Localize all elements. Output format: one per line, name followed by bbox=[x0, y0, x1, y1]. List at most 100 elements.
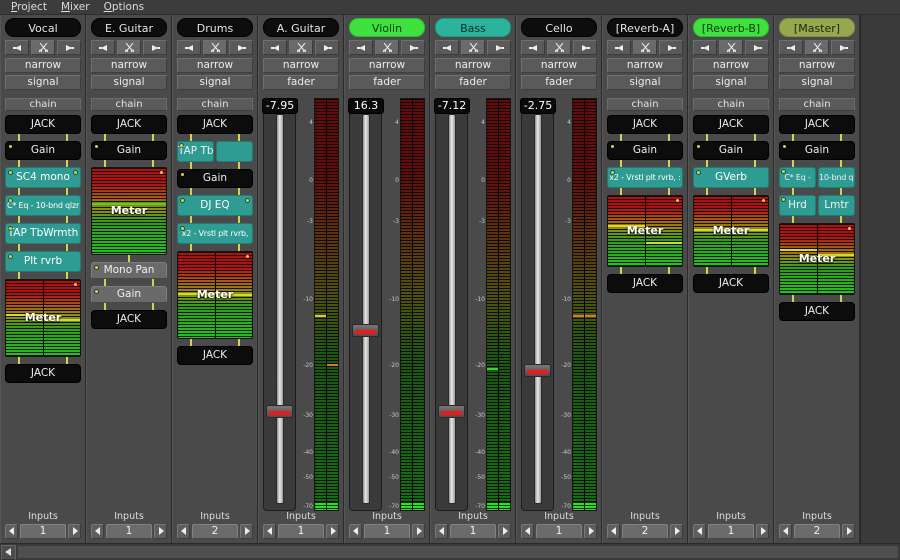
inputs-value[interactable]: 1 bbox=[278, 524, 324, 539]
chain-plugin-split[interactable]: Hrd Lmtr bbox=[779, 195, 855, 216]
chain-jack-port[interactable]: JACK bbox=[693, 115, 769, 134]
inputs-increment-button[interactable] bbox=[842, 524, 855, 539]
inputs-decrement-button[interactable] bbox=[521, 524, 534, 539]
inputs-value[interactable]: 2 bbox=[622, 524, 668, 539]
chain-jack-port[interactable]: JACK bbox=[91, 310, 167, 329]
remove-strip-button[interactable] bbox=[461, 40, 485, 55]
move-right-button[interactable] bbox=[831, 40, 855, 55]
strip-width-button[interactable]: narrow bbox=[91, 58, 167, 73]
inputs-value[interactable]: 1 bbox=[536, 524, 582, 539]
chain-meter[interactable]: Meter bbox=[5, 279, 81, 357]
strip-width-button[interactable]: narrow bbox=[5, 58, 81, 73]
chain-gain[interactable]: Gain bbox=[693, 141, 769, 160]
channel-strip[interactable]: Drums narrow signal chain JACK TAP TbWrmth Gai… bbox=[172, 15, 258, 543]
strip-view-mode-button[interactable]: signal bbox=[693, 75, 769, 90]
inputs-increment-button[interactable] bbox=[498, 524, 511, 539]
move-right-button[interactable] bbox=[487, 40, 511, 55]
inputs-value[interactable]: 1 bbox=[20, 524, 66, 539]
remove-strip-button[interactable] bbox=[203, 40, 227, 55]
chain-plugin[interactable]: TAP TbWrmth bbox=[5, 223, 81, 244]
inputs-decrement-button[interactable] bbox=[779, 524, 792, 539]
chain-gain[interactable]: Gain bbox=[5, 141, 81, 160]
fader-track[interactable] bbox=[521, 107, 554, 511]
remove-strip-button[interactable] bbox=[289, 40, 313, 55]
chain-plugin[interactable]: SC4 mono bbox=[5, 167, 81, 188]
remove-strip-button[interactable] bbox=[547, 40, 571, 55]
remove-strip-button[interactable] bbox=[633, 40, 657, 55]
strip-view-mode-button[interactable]: fader bbox=[263, 75, 339, 90]
chain-meter[interactable]: Meter bbox=[693, 195, 769, 267]
channel-strip[interactable]: Bass narrow fader -7.12 4 0 -3 -10 -20 -30 -40 -50-… bbox=[430, 15, 516, 543]
chain-gain[interactable]: Gain bbox=[607, 141, 683, 160]
move-left-button[interactable] bbox=[435, 40, 459, 55]
fader-track[interactable] bbox=[349, 107, 382, 511]
inputs-increment-button[interactable] bbox=[756, 524, 769, 539]
channel-strip[interactable]: [Reverb-B] narrow signal chain JACK Gain GVerb… bbox=[688, 15, 774, 543]
strip-view-mode-button[interactable]: signal bbox=[177, 75, 253, 90]
move-right-button[interactable] bbox=[143, 40, 167, 55]
chain-header[interactable]: chain bbox=[693, 98, 769, 111]
chain-jack-port[interactable]: JACK bbox=[5, 364, 81, 383]
inputs-value[interactable]: 1 bbox=[708, 524, 754, 539]
fader-handle[interactable] bbox=[524, 364, 551, 378]
strip-width-button[interactable]: narrow bbox=[435, 58, 511, 73]
channel-strip[interactable]: A. Guitar narrow fader -7.95 4 0 -3 -10 -20 -30 -4… bbox=[258, 15, 344, 543]
strip-width-button[interactable]: narrow bbox=[779, 58, 855, 73]
remove-strip-button[interactable] bbox=[805, 40, 829, 55]
move-right-button[interactable] bbox=[745, 40, 769, 55]
inputs-decrement-button[interactable] bbox=[349, 524, 362, 539]
remove-strip-button[interactable] bbox=[375, 40, 399, 55]
chain-jack-port[interactable]: JACK bbox=[607, 274, 683, 293]
chain-plugin[interactable]: Plt rvrb bbox=[5, 251, 81, 272]
inputs-decrement-button[interactable] bbox=[91, 524, 104, 539]
chain-jack-port[interactable]: JACK bbox=[607, 115, 683, 134]
inputs-value[interactable]: 2 bbox=[794, 524, 840, 539]
channel-strip[interactable]: E. Guitar narrow signal chain JACK Gain Meter M… bbox=[86, 15, 172, 543]
inputs-decrement-button[interactable] bbox=[435, 524, 448, 539]
inputs-value[interactable]: 1 bbox=[450, 524, 496, 539]
menu-project[interactable]: Project bbox=[4, 0, 54, 15]
chain-plugin[interactable]: x2 - Vrstl plt rvrb, : bbox=[607, 167, 683, 188]
chain-jack-port[interactable]: JACK bbox=[693, 274, 769, 293]
move-right-button[interactable] bbox=[315, 40, 339, 55]
inputs-decrement-button[interactable] bbox=[607, 524, 620, 539]
move-left-button[interactable] bbox=[693, 40, 717, 55]
strip-view-mode-button[interactable]: signal bbox=[607, 75, 683, 90]
inputs-increment-button[interactable] bbox=[68, 524, 81, 539]
scroll-left-icon[interactable] bbox=[1, 544, 16, 560]
chain-meter[interactable]: Meter bbox=[91, 167, 167, 255]
strip-width-button[interactable]: narrow bbox=[263, 58, 339, 73]
chain-control[interactable]: Gain bbox=[91, 286, 167, 303]
chain-plugin[interactable]: C* Eq - 10-bnd qlzr bbox=[5, 195, 81, 216]
strip-width-button[interactable]: narrow bbox=[349, 58, 425, 73]
horizontal-scrollbar[interactable] bbox=[0, 543, 900, 560]
fader-handle[interactable] bbox=[352, 324, 379, 338]
strip-view-mode-button[interactable]: signal bbox=[91, 75, 167, 90]
menu-options[interactable]: Options bbox=[97, 0, 152, 15]
chain-plugin-label-2[interactable]: Lmtr bbox=[818, 195, 855, 216]
chain-meter[interactable]: Meter bbox=[177, 251, 253, 339]
inputs-decrement-button[interactable] bbox=[263, 524, 276, 539]
strip-name-button[interactable]: Bass bbox=[435, 18, 511, 37]
chain-plugin[interactable]: DJ EQ bbox=[177, 195, 253, 216]
strip-name-button[interactable]: [Master] bbox=[779, 18, 855, 37]
inputs-increment-button[interactable] bbox=[670, 524, 683, 539]
chain-header[interactable]: chain bbox=[607, 98, 683, 111]
fader[interactable]: -7.12 bbox=[434, 98, 470, 511]
chain-jack-port[interactable]: JACK bbox=[779, 115, 855, 134]
strip-name-button[interactable]: Cello bbox=[521, 18, 597, 37]
inputs-increment-button[interactable] bbox=[240, 524, 253, 539]
chain-control[interactable]: Mono Pan bbox=[91, 262, 167, 279]
remove-strip-button[interactable] bbox=[117, 40, 141, 55]
move-right-button[interactable] bbox=[229, 40, 253, 55]
chain-jack-port[interactable]: JACK bbox=[91, 115, 167, 134]
channel-strip[interactable]: Cello narrow fader -2.75 4 0 -3 -10 -20 -30 -40 -50… bbox=[516, 15, 602, 543]
scroll-trough[interactable] bbox=[17, 545, 899, 559]
chain-meter[interactable]: Meter bbox=[779, 223, 855, 295]
channel-strip[interactable]: Vocal narrow signal chain JACK Gain SC4 mono C*… bbox=[0, 15, 86, 543]
remove-strip-button[interactable] bbox=[31, 40, 55, 55]
strip-name-button[interactable]: Violin bbox=[349, 18, 425, 37]
inputs-value[interactable]: 1 bbox=[106, 524, 152, 539]
chain-plugin-split[interactable]: TAP TbWrmth bbox=[177, 141, 253, 162]
strip-view-mode-button[interactable]: signal bbox=[5, 75, 81, 90]
